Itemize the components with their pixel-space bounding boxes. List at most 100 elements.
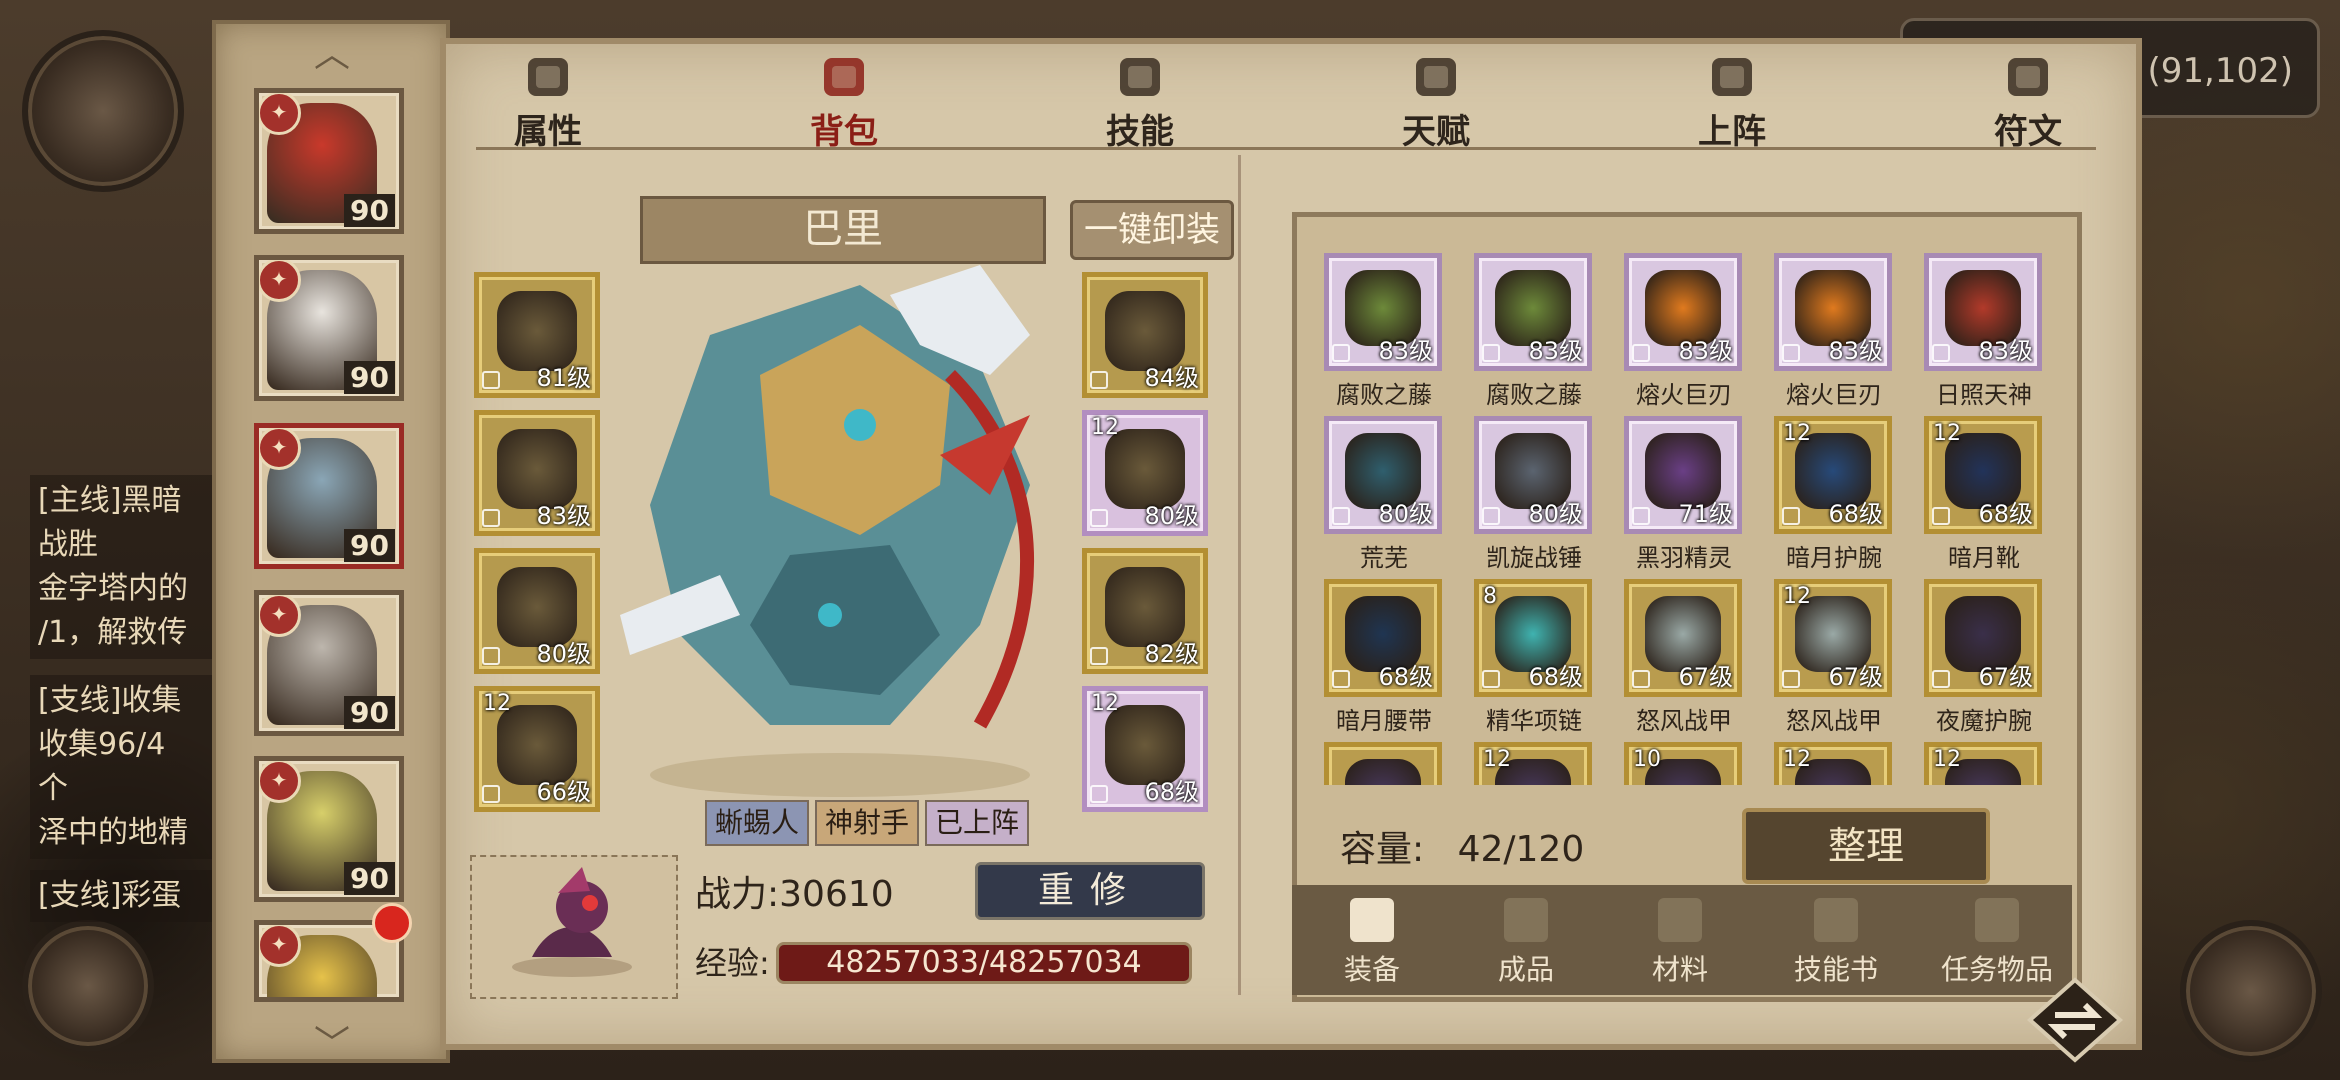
scroll-up-icon[interactable]: ︿	[312, 37, 352, 73]
item-level: 83级	[1528, 337, 1583, 365]
tab-1[interactable]: 属性	[468, 48, 628, 163]
reforge-button[interactable]: 重修	[975, 862, 1205, 920]
item-frame: 12 67级	[1774, 579, 1892, 697]
category-tab-4[interactable]: 技能书	[1766, 890, 1906, 990]
inventory-item[interactable]: 83级 熔火巨刃	[1624, 253, 1774, 413]
quest-line: 泽中的地精	[38, 815, 188, 850]
player-avatar-button[interactable]	[22, 30, 184, 192]
item-frame: 12	[1474, 742, 1592, 785]
unequip-all-button[interactable]: 一键卸装	[1070, 200, 1234, 260]
hero-name-banner: 巴里	[640, 196, 1046, 264]
inventory-grid[interactable]: 83级 腐败之藤 83级 腐败之藤 83级 熔火巨刃 83级 熔火巨刃 83级 …	[1320, 245, 2045, 785]
item-frame: 80级	[1474, 416, 1592, 534]
item-level: 80级	[1378, 500, 1433, 528]
lock-icon	[1632, 344, 1650, 362]
lock-icon	[1332, 507, 1350, 525]
inventory-item[interactable]: 12 67级 怒风战甲	[1774, 579, 1924, 739]
lock-icon	[1482, 670, 1500, 688]
rune-icon	[2008, 58, 2048, 96]
deployed-tag: 已上阵	[925, 800, 1030, 846]
inventory-item[interactable]: 12 68级 暗月靴	[1924, 416, 2045, 576]
quest-line: 金字塔内的	[38, 571, 188, 606]
inventory-item[interactable]: 12	[1474, 742, 1624, 785]
experience-label: 经验:	[695, 944, 770, 982]
enhance-level: 12	[1783, 421, 1811, 446]
inventory-item[interactable]: 71级 黑羽精灵	[1624, 416, 1774, 576]
companion-slot[interactable]	[470, 855, 678, 999]
fire-icon	[528, 58, 568, 96]
item-frame: 80级	[1324, 416, 1442, 534]
inventory-item[interactable]: 80级 荒芜	[1324, 416, 1474, 576]
lock-icon	[482, 647, 500, 665]
item-frame: 8 68级	[1474, 579, 1592, 697]
backpack-icon	[824, 58, 864, 96]
inventory-item[interactable]: 12	[1924, 742, 2045, 785]
sort-button[interactable]: 整理	[1742, 808, 1990, 884]
quest-title: [支线]收集	[38, 683, 182, 718]
tab-2[interactable]: 背包	[764, 48, 924, 163]
hero-card[interactable]: ✦ 90	[254, 590, 404, 736]
category-tab-2[interactable]: 成品	[1456, 890, 1596, 990]
hero-class-badge-icon: ✦	[259, 93, 301, 135]
eye-icon	[1416, 58, 1456, 96]
lock-icon	[1332, 344, 1350, 362]
hero-level: 90	[344, 862, 395, 895]
item-level: 80级	[1528, 500, 1583, 528]
inventory-item[interactable]: 68级 暗月腰带	[1324, 579, 1474, 739]
tab-label: 上阵	[1698, 112, 1766, 152]
inventory-item[interactable]: 67级 夜魔护腕	[1924, 579, 2045, 739]
crossed-swords-icon	[1712, 58, 1752, 96]
inventory-item[interactable]: 83级 腐败之藤	[1474, 253, 1624, 413]
hero-level: 90	[344, 361, 395, 394]
back-arrow-icon[interactable]	[2020, 975, 2130, 1065]
inventory-item[interactable]: 8 68级 精华项链	[1474, 579, 1624, 739]
lock-icon	[1482, 507, 1500, 525]
inventory-item[interactable]: 83级 日照天神	[1924, 253, 2045, 413]
inventory-item[interactable]: 10	[1624, 742, 1774, 785]
hero-card[interactable]: ✦ 90	[254, 423, 404, 569]
hero-card[interactable]: ✦ 90	[254, 255, 404, 401]
item-name: 怒风战甲	[1786, 707, 1882, 735]
item-level: 84级	[1144, 364, 1199, 392]
tab-4[interactable]: 天赋	[1356, 48, 1516, 163]
map-corner-button[interactable]	[22, 920, 154, 1052]
item-level: 83级	[1978, 337, 2033, 365]
item-level: 68级	[1528, 663, 1583, 691]
item-name: 日照天神	[1936, 381, 2032, 409]
tab-5[interactable]: 上阵	[1652, 48, 1812, 163]
category-tab-3[interactable]: 材料	[1610, 890, 1750, 990]
item-frame: 83级	[1324, 253, 1442, 371]
category-tab-1[interactable]: 装备	[1302, 890, 1442, 990]
tab-3[interactable]: 技能	[1060, 48, 1220, 163]
tab-6[interactable]: 符文	[1948, 48, 2108, 163]
item-name: 熔火巨刃	[1786, 381, 1882, 409]
town-corner-button[interactable]	[2180, 920, 2322, 1062]
inventory-item[interactable]: 80级 凯旋战锤	[1474, 416, 1624, 576]
enhance-level: 8	[1483, 584, 1497, 609]
race-tag: 蜥蜴人	[705, 800, 810, 846]
hero-card[interactable]: ✦ 90	[254, 756, 404, 902]
item-name: 腐败之藤	[1336, 381, 1432, 409]
item-frame: 68级	[1324, 579, 1442, 697]
item-level: 67级	[1828, 663, 1883, 691]
inventory-item[interactable]: 12	[1774, 742, 1924, 785]
lock-icon	[482, 371, 500, 389]
combat-power: 战力:30610	[695, 874, 894, 915]
scroll-down-icon[interactable]: ﹀	[312, 1027, 352, 1063]
enhance-level: 12	[1783, 584, 1811, 609]
inventory-item[interactable]: 67级 怒风战甲	[1624, 579, 1774, 739]
item-level: 67级	[1678, 663, 1733, 691]
inventory-item[interactable]	[1324, 742, 1474, 785]
enhance-level: 10	[1633, 747, 1661, 772]
item-name: 暗月靴	[1948, 544, 2020, 572]
inventory-item[interactable]: 83级 腐败之藤	[1324, 253, 1474, 413]
hero-level: 90	[344, 696, 395, 729]
inventory-item[interactable]: 12 68级 暗月护腕	[1774, 416, 1924, 576]
inventory-item[interactable]: 83级 熔火巨刃	[1774, 253, 1924, 413]
item-level: 68级	[1978, 500, 2033, 528]
scroll-icon	[1814, 898, 1858, 942]
category-label: 成品	[1497, 953, 1554, 986]
item-name: 腐败之藤	[1486, 381, 1582, 409]
enhance-level: 12	[1933, 747, 1961, 772]
hero-card[interactable]: ✦ 90	[254, 88, 404, 234]
